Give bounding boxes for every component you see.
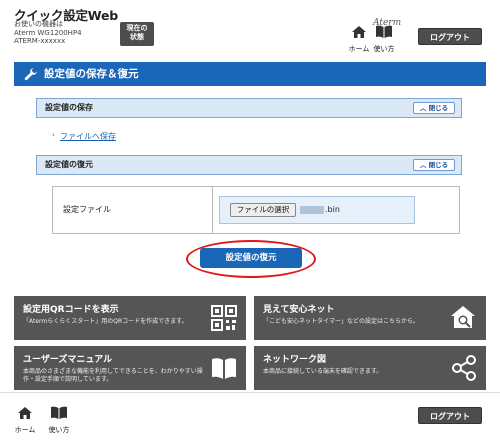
save-to-file-link[interactable]: ファイルへ保存 (60, 131, 116, 142)
home-icon (18, 407, 32, 419)
page-title: 設定値の保存＆復元 (44, 68, 139, 80)
manual-tile-desc: 本商品のさまざまな機能を利用してできることを、わかりやすい操作・設定手順で説明し… (23, 368, 203, 383)
device-line-2: Aterm WG1200HP4 (14, 28, 82, 37)
home-icon (352, 26, 366, 38)
brand-logo: Aterm (373, 18, 402, 28)
chevron-up-icon: ︿ (419, 161, 429, 169)
book-icon (51, 406, 67, 419)
device-line-3: ATERM-xxxxxx (14, 37, 66, 45)
restore-section-header: 設定値の復元 ︿ 閉じる (36, 155, 462, 175)
settings-file-label: 設定ファイル (53, 187, 213, 233)
qr-tile-desc: 「Atermらくらくスタート」用のQRコードを作成できます。 (23, 318, 188, 325)
share-network-icon (452, 355, 476, 381)
manual-tile-title: ユーザーズマニュアル (23, 355, 113, 365)
restore-close-label: 閉じる (428, 161, 449, 169)
file-name-suffix: .bin (325, 205, 340, 214)
logout-button[interactable]: ログアウト (418, 28, 482, 45)
qr-tile-title: 設定用QRコードを表示 (23, 305, 119, 315)
current-status-button[interactable]: 現在の 状態 (120, 22, 154, 46)
chevron-up-icon: ︿ (419, 104, 429, 112)
redacted-filename (300, 205, 324, 214)
device-line-1: お使いの機器は (14, 20, 63, 28)
header: クイック設定Web お使いの機器は Aterm WG1200HP4 ATERM-… (0, 0, 500, 53)
mieru-anshin-net-tile[interactable]: 見えて安心ネット 「こども安心ネットタイマー」などの設定はこちらから。 (254, 296, 486, 340)
mieru-tile-title: 見えて安心ネット (263, 305, 335, 315)
restore-settings-button[interactable]: 設定値の復元 (200, 248, 302, 268)
footer-help-button[interactable]: 使い方 (48, 405, 70, 434)
save-section-title: 設定値の保存 (45, 103, 93, 112)
file-input-area: ファイルの選択 .bin (219, 196, 415, 224)
network-map-tile[interactable]: ネットワーク図 本商品に接続している端末を確認できます。 (254, 346, 486, 390)
restore-file-table: 設定ファイル ファイルの選択 .bin (52, 186, 460, 234)
footer-home-label: ホーム (14, 426, 36, 434)
help-label: 使い方 (373, 45, 395, 53)
restore-section-close-button[interactable]: ︿ 閉じる (413, 159, 455, 171)
save-close-label: 閉じる (428, 104, 449, 112)
footer-home-button[interactable]: ホーム (14, 405, 36, 434)
network-tile-desc: 本商品に接続している端末を確認できます。 (263, 368, 383, 375)
home-label: ホーム (348, 45, 370, 53)
link-arrow-icon: › (52, 131, 55, 139)
users-manual-tile[interactable]: ユーザーズマニュアル 本商品のさまざまな機能を利用してできることを、わかりやすい… (14, 346, 246, 390)
home-button[interactable]: ホーム (348, 24, 370, 53)
mieru-tile-desc: 「こども安心ネットタイマー」などの設定はこちらから。 (263, 318, 420, 325)
restore-section-title: 設定値の復元 (45, 160, 93, 169)
home-search-icon (451, 306, 475, 328)
footer-help-label: 使い方 (48, 426, 70, 434)
selected-file-name: .bin (300, 203, 340, 217)
footer: ホーム 使い方 ログアウト (0, 392, 500, 447)
choose-file-button[interactable]: ファイルの選択 (230, 203, 296, 217)
network-tile-title: ネットワーク図 (263, 355, 327, 365)
footer-logout-button[interactable]: ログアウト (418, 407, 482, 424)
book-icon (212, 358, 236, 379)
device-info: お使いの機器は Aterm WG1200HP4 ATERM-xxxxxx (14, 20, 82, 46)
qr-code-icon (211, 305, 237, 331)
save-section-close-button[interactable]: ︿ 閉じる (413, 102, 455, 114)
page-title-bar: 設定値の保存＆復元 (14, 62, 486, 86)
qr-code-tile[interactable]: 設定用QRコードを表示 「Atermらくらくスタート」用のQRコードを作成できま… (14, 296, 246, 340)
wrench-icon (24, 68, 37, 81)
save-section-header: 設定値の保存 ︿ 閉じる (36, 98, 462, 118)
